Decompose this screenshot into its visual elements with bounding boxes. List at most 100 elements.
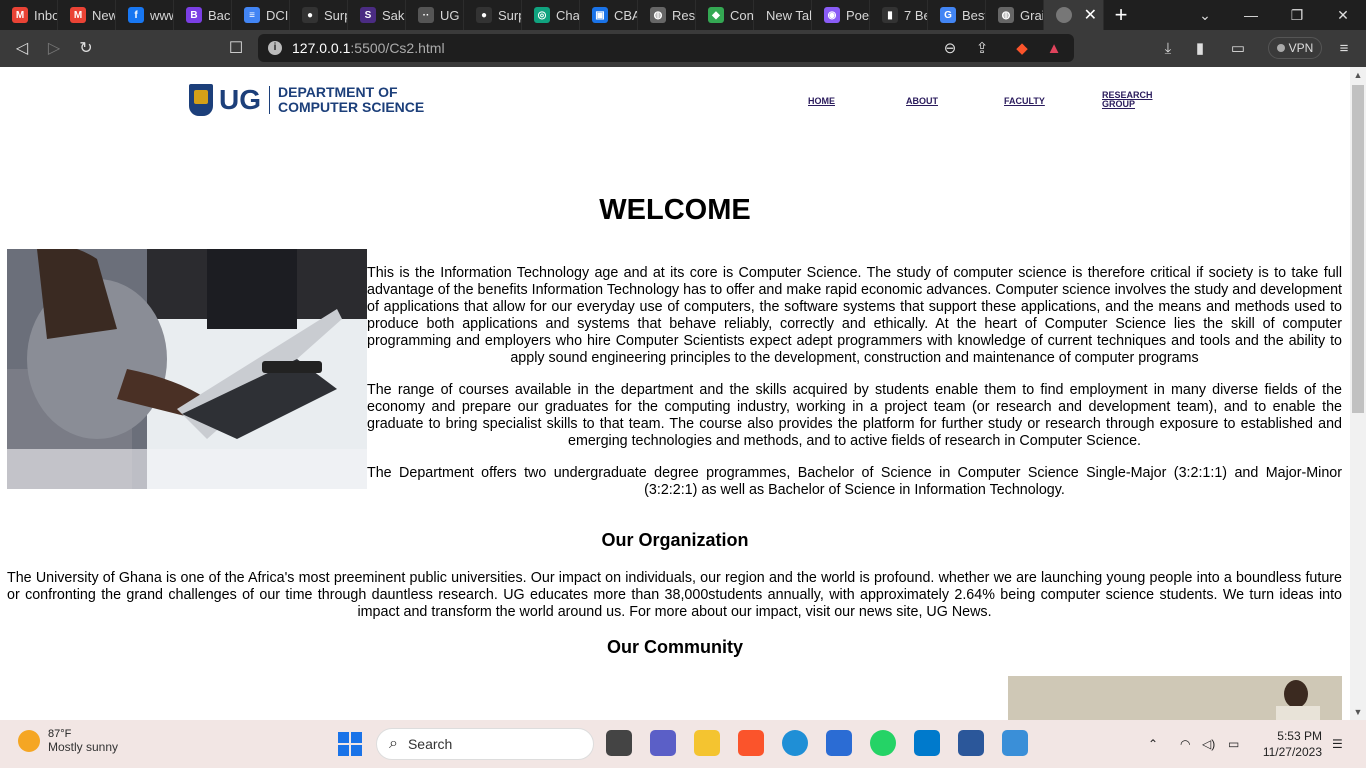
word-icon[interactable] [958,730,984,756]
vscode-icon[interactable] [914,730,940,756]
browser-toolbar: ◁ ▷ ↻ ☐ i 127.0.0.1:5500/Cs2.html ⊖ ⇪ ◆ … [0,30,1366,67]
browser-tab[interactable]: M Inbo [0,0,58,30]
tab-search-chevron-icon[interactable]: ⌄ [1182,0,1228,30]
brave-shield-icon[interactable]: ◆ [1010,36,1034,60]
clock-time: 5:53 PM [1277,729,1322,743]
nav-home-link[interactable]: HOME [808,96,835,106]
teams-chat-icon[interactable] [650,730,676,756]
nav-faculty-link[interactable]: FACULTY [1004,96,1045,106]
browser-tab[interactable]: ◆ Con [696,0,754,30]
tab-label: New Tab [766,7,812,23]
task-view-icon[interactable] [606,730,632,756]
site-info-icon[interactable]: i [268,41,282,55]
browser-tab[interactable]: ● Surp [464,0,522,30]
weather-widget[interactable]: 87°F Mostly sunny [18,728,118,754]
minimize-button[interactable]: — [1228,0,1274,30]
tab-label: Inbo [34,7,58,23]
community-heading: Our Community [606,637,743,657]
tab-favicon-icon: G [940,7,956,23]
wallet-icon[interactable]: ▭ [1226,36,1250,60]
windows-taskbar: 87°F Mostly sunny ⌕ Search ⌃ ◠ ◁) ▭ 5:53… [0,720,1366,768]
browser-tab[interactable]: ◎ Chat [522,0,580,30]
tab-favicon-icon [1056,7,1072,23]
tab-label: Poe [846,7,870,23]
start-windows-icon[interactable] [338,732,362,756]
url-path: :5500/Cs2.html [350,40,445,56]
organization-paragraph: The University of Ghana is one of the Af… [7,570,1342,620]
tab-favicon-icon: ◉ [824,7,840,23]
zoom-icon[interactable]: ⊖ [938,36,962,60]
edge-browser-icon[interactable] [782,730,808,756]
back-arrow-icon[interactable]: ◁ [6,32,38,64]
tab-favicon-icon: ≡ [244,7,260,23]
file-explorer-icon[interactable] [694,730,720,756]
tab-favicon-icon: ● [302,7,318,23]
show-hidden-icons-chevron-icon[interactable]: ⌃ [1148,720,1158,768]
photos-icon[interactable] [1002,730,1028,756]
person-on-laptop-illustration [7,249,367,489]
new-tab-plus-icon[interactable]: + [1104,0,1138,30]
browser-tab[interactable]: fwww [116,0,174,30]
nav-about-link[interactable]: ABOUT [906,96,938,106]
browser-tab[interactable]: ≡ DCI [232,0,290,30]
page-scrollbar[interactable]: ▲ ▼ [1350,67,1366,720]
logo-dept-line2: COMPUTER SCIENCE [278,99,425,115]
browser-tab[interactable]: ·· UG [406,0,464,30]
browser-tab[interactable]: G Best [928,0,986,30]
microsoft-store-icon[interactable] [826,730,852,756]
browser-tab[interactable]: ▮ 7 Be [870,0,928,30]
tab-label: www [150,7,173,23]
sidebar-icon[interactable]: ▮ [1188,36,1212,60]
nav-research-line2: GROUP [1102,99,1136,109]
reload-icon[interactable]: ↻ [70,32,102,64]
page-viewport: UG DEPARTMENT OF COMPUTER SCIENCE HOME A… [0,67,1350,720]
battery-icon[interactable]: ▭ [1228,720,1239,768]
tab-favicon-icon: ·· [418,7,434,23]
close-window-button[interactable]: ✕ [1320,0,1366,30]
search-icon: ⌕ [389,735,398,752]
system-clock[interactable]: 5:53 PM 11/27/2023 [1258,728,1322,760]
forward-arrow-icon[interactable]: ▷ [38,32,70,64]
vpn-button[interactable]: VPN [1268,37,1322,59]
wifi-icon[interactable]: ◠ [1180,720,1190,768]
scroll-down-icon[interactable]: ▼ [1350,704,1366,720]
tab-strip: M Inbo M Newfwww B Back ≡ DCI ● Surp S Saka ·· UG ● Sur… [0,0,1366,30]
address-bar[interactable]: i 127.0.0.1:5500/Cs2.html ⊖ ⇪ ◆ ▲ [258,34,1074,62]
brave-browser-icon[interactable] [738,730,764,756]
browser-tab[interactable]: ◍ Grai [986,0,1044,30]
tab-favicon-icon: S [360,7,376,23]
department-logo[interactable]: UG DEPARTMENT OF COMPUTER SCIENCE [189,84,424,116]
tab-label: Chat [556,7,580,23]
brave-rewards-icon[interactable]: ▲ [1042,36,1066,60]
ug-crest-icon [189,84,213,116]
whatsapp-icon[interactable] [870,730,896,756]
tab-favicon-icon: ▣ [592,7,608,23]
weather-temp: 87°F [48,728,72,740]
tab-favicon-icon: B [186,7,202,23]
download-icon[interactable]: ⤓ [1156,36,1180,60]
browser-tab[interactable]: M New [58,0,116,30]
browser-tab[interactable]: ◉ Poe [812,0,870,30]
close-tab-icon[interactable]: ✕ [1084,5,1097,25]
share-icon[interactable]: ⇪ [970,36,994,60]
browser-tab[interactable]: ● Surp [290,0,348,30]
logo-dept-line1: DEPARTMENT OF [278,84,398,100]
tab-label: DCI [266,7,289,23]
taskbar-search-box[interactable]: ⌕ Search [376,728,594,760]
scroll-up-icon[interactable]: ▲ [1350,67,1366,83]
browser-tab[interactable]: New Tab [754,0,812,30]
active-browser-tab[interactable]: ✕ [1044,0,1104,30]
browser-tab[interactable]: B Back [174,0,232,30]
browser-tab[interactable]: ◍ Rese [638,0,696,30]
nav-research-group-link[interactable]: RESEARCH GROUP [1102,91,1153,109]
notification-icon[interactable]: ☰ [1332,720,1343,768]
scrollbar-thumb[interactable] [1352,85,1364,413]
browser-tab[interactable]: S Saka [348,0,406,30]
bookmark-icon[interactable]: ☐ [220,32,252,64]
browser-tab[interactable]: ▣ CBA [580,0,638,30]
menu-icon[interactable]: ≡ [1332,36,1356,60]
search-placeholder: Search [407,736,453,752]
tab-label: UG [440,7,460,23]
volume-icon[interactable]: ◁) [1202,720,1215,768]
restore-button[interactable]: ❐ [1274,0,1320,30]
